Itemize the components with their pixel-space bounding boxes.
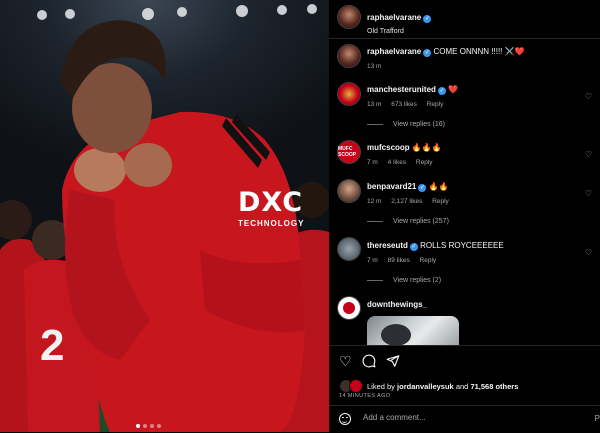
comment-likes[interactable]: 4 likes <box>388 159 406 166</box>
avatar[interactable] <box>338 297 360 319</box>
comment-image-thumbnail[interactable] <box>367 316 459 346</box>
like-comment-heart-icon[interactable]: ♡ <box>585 248 592 257</box>
shirt-sponsor-logo: DXC TECHNOLOGY <box>238 187 305 228</box>
view-replies-button[interactable]: View replies (2) <box>367 277 441 284</box>
comment-text: 🔥🔥 <box>428 182 449 191</box>
comment-text: ROLLS ROYCEEEEEE <box>420 241 504 250</box>
verified-badge-icon: ✓ <box>437 87 446 95</box>
view-replies-label: View replies (16) <box>393 121 446 128</box>
svg-text:2: 2 <box>40 321 64 370</box>
comment-username[interactable]: benpavard21 <box>367 182 416 191</box>
list-item: benpavard21 ✓ 🔥🔥 12 m 2,127 likes Reply <box>367 181 592 207</box>
like-comment-heart-icon[interactable]: ♡ <box>585 189 592 198</box>
comment-username[interactable]: thereseutd <box>367 241 408 250</box>
emoji-icon[interactable] <box>339 413 351 425</box>
reply-button[interactable]: Reply <box>427 101 444 108</box>
post-photo[interactable]: 2 DXC TECHNOLOGY <box>0 0 329 432</box>
likes-count[interactable]: 71,568 others <box>470 382 518 391</box>
liked-by-user[interactable]: jordanvalleysuk <box>397 382 454 391</box>
comment-likes[interactable]: 89 likes <box>388 257 410 264</box>
comment-text: 🔥🔥🔥 <box>411 143 442 152</box>
list-item: manchesterunited ✓ ❤️ 13 m 673 likes Repl… <box>367 84 592 110</box>
comment-icon[interactable] <box>362 354 376 368</box>
like-comment-heart-icon[interactable]: ♡ <box>585 150 592 159</box>
comment-username[interactable]: manchesterunited <box>367 85 436 94</box>
add-comment-bar: P <box>329 405 600 433</box>
avatar[interactable] <box>338 45 360 67</box>
caption-username[interactable]: raphaelvarane <box>367 47 421 56</box>
view-replies-label: View replies (2) <box>393 277 442 284</box>
heart-icon[interactable]: ♡ <box>339 354 352 368</box>
comment-username[interactable]: mufcscoop <box>367 143 410 152</box>
carousel-dot <box>157 424 161 428</box>
comment-username[interactable]: downthewings_ <box>367 300 427 309</box>
carousel-dot <box>143 424 147 428</box>
verified-badge-icon: ✓ <box>423 49 432 57</box>
caption-text: COME ONNNN !!!!! ⚔️❤️ <box>433 47 525 56</box>
comment-text: ❤️ <box>448 85 459 94</box>
caption-time: 13 m <box>367 63 382 70</box>
comment-time: 13 m <box>367 101 382 108</box>
liked-by-line[interactable]: Liked by jordanvalleysuk and 71,568 othe… <box>339 379 518 393</box>
post-time-ago: 14 MINUTES AGO <box>339 393 391 399</box>
sponsor-logo-subtext: TECHNOLOGY <box>238 219 305 228</box>
verified-badge-icon: ✓ <box>409 243 418 251</box>
comments-panel: raphaelvarane ✓ Old Trafford raphaelvaran… <box>329 0 600 432</box>
post-header: raphaelvarane ✓ Old Trafford <box>329 0 600 39</box>
comment-likes[interactable]: 673 likes <box>391 101 417 108</box>
post-actions: ♡ Liked by jordanvalleysuk and 71,568 ot… <box>329 345 600 406</box>
comment-time: 12 m <box>367 198 382 205</box>
avatar[interactable] <box>338 6 360 28</box>
reply-button[interactable]: Reply <box>432 198 449 205</box>
list-item: downthewings_ <box>367 299 592 310</box>
view-replies-button[interactable]: View replies (257) <box>367 218 449 225</box>
avatar[interactable] <box>338 180 360 202</box>
caption: raphaelvarane ✓ COME ONNNN !!!!! ⚔️❤️ 13 … <box>367 46 592 72</box>
author-username[interactable]: raphaelvarane <box>367 13 421 22</box>
view-replies-label: View replies (257) <box>393 218 449 225</box>
avatar <box>349 379 363 393</box>
comment-input[interactable] <box>361 412 565 423</box>
list-item: mufcscoop 🔥🔥🔥 7 m 4 likes Reply <box>367 142 592 168</box>
avatar[interactable] <box>338 238 360 260</box>
view-replies-button[interactable]: View replies (16) <box>367 121 445 128</box>
post-location[interactable]: Old Trafford <box>367 28 431 35</box>
carousel-dot <box>136 424 140 428</box>
verified-badge-icon: ✓ <box>423 15 432 23</box>
avatar-text: MUFC SCOOP <box>338 146 357 158</box>
share-icon[interactable] <box>386 354 400 368</box>
reply-button[interactable]: Reply <box>420 257 437 264</box>
liked-by-and: and <box>455 381 469 391</box>
liked-by-prefix: Liked by <box>367 381 395 391</box>
carousel-dot <box>150 424 154 428</box>
sponsor-logo-text: DXC <box>238 187 304 218</box>
like-comment-heart-icon[interactable]: ♡ <box>585 92 592 101</box>
reply-button[interactable]: Reply <box>416 159 433 166</box>
list-item: thereseutd ✓ ROLLS ROYCEEEEEE 7 m 89 like… <box>367 240 592 266</box>
verified-badge-icon: ✓ <box>418 184 427 192</box>
avatar[interactable]: MUFC SCOOP <box>338 141 360 163</box>
comment-time: 7 m <box>367 159 378 166</box>
comment-likes[interactable]: 2,127 likes <box>391 198 422 205</box>
avatar[interactable] <box>338 83 360 105</box>
comment-time: 7 m <box>367 257 378 264</box>
post-comment-button[interactable]: P <box>595 414 600 423</box>
carousel-dots <box>136 424 161 428</box>
